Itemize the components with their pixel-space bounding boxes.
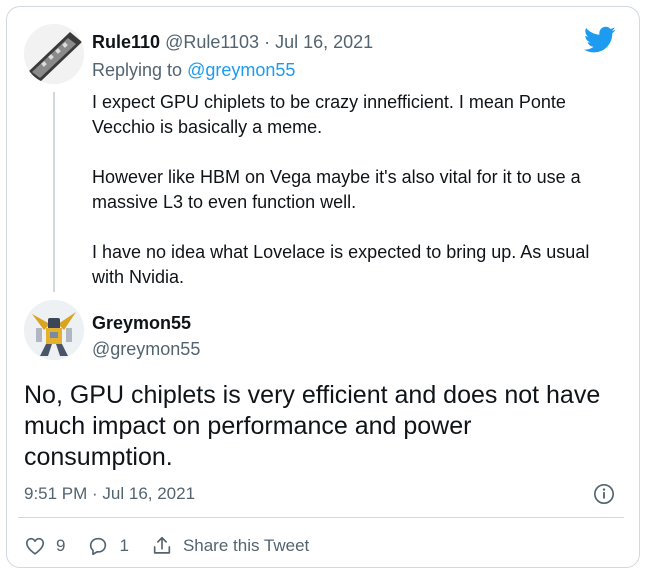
author-name[interactable]: Greymon55 bbox=[92, 312, 191, 334]
like-count: 9 bbox=[56, 536, 66, 555]
parent-paragraph: I have no idea what Lovelace is expected… bbox=[92, 242, 590, 287]
parent-paragraph: I expect GPU chiplets to be crazy inneff… bbox=[92, 92, 566, 137]
reply-count: 1 bbox=[119, 536, 129, 555]
like-button[interactable]: 9 bbox=[24, 535, 65, 557]
author-handle[interactable]: @greymon55 bbox=[92, 338, 200, 360]
heart-icon bbox=[25, 537, 45, 555]
greymon55-avatar[interactable] bbox=[24, 300, 84, 360]
rule110-avatar[interactable] bbox=[24, 24, 84, 84]
parent-author-handle[interactable]: @Rule1103 bbox=[165, 32, 259, 52]
share-label: Share this Tweet bbox=[182, 536, 310, 555]
parent-separator: · bbox=[264, 32, 271, 52]
info-icon[interactable] bbox=[593, 483, 615, 505]
replying-to-label: Replying to bbox=[92, 60, 183, 80]
share-button[interactable]: Share this Tweet bbox=[151, 535, 309, 557]
robot-figure-image bbox=[24, 300, 84, 360]
tweet-text: No, GPU chiplets is very efficient and d… bbox=[24, 381, 601, 471]
parent-paragraph: However like HBM on Vega maybe it's also… bbox=[92, 167, 581, 212]
replying-to-mention[interactable]: @greymon55 bbox=[187, 60, 295, 80]
parent-author-name[interactable]: Rule110 bbox=[92, 32, 160, 52]
divider bbox=[18, 517, 624, 518]
tweet-timestamp[interactable]: 9:51 PM · Jul 16, 2021 bbox=[24, 484, 195, 504]
replying-to-line: Replying to @greymon55 bbox=[92, 58, 295, 82]
reply-icon bbox=[90, 537, 107, 556]
parent-header: Rule110 @Rule1103 · Jul 16, 2021 bbox=[92, 30, 373, 54]
thread-connector bbox=[53, 92, 55, 292]
gpu-image bbox=[24, 24, 84, 84]
parent-tweet-text: I expect GPU chiplets to be crazy inneff… bbox=[92, 90, 622, 290]
share-icon bbox=[153, 536, 171, 554]
action-bar: 9 1 Share this Tweet bbox=[24, 533, 331, 559]
reply-button[interactable]: 1 bbox=[87, 535, 129, 557]
twitter-bird-icon[interactable] bbox=[584, 26, 616, 54]
parent-date[interactable]: Jul 16, 2021 bbox=[275, 32, 373, 52]
